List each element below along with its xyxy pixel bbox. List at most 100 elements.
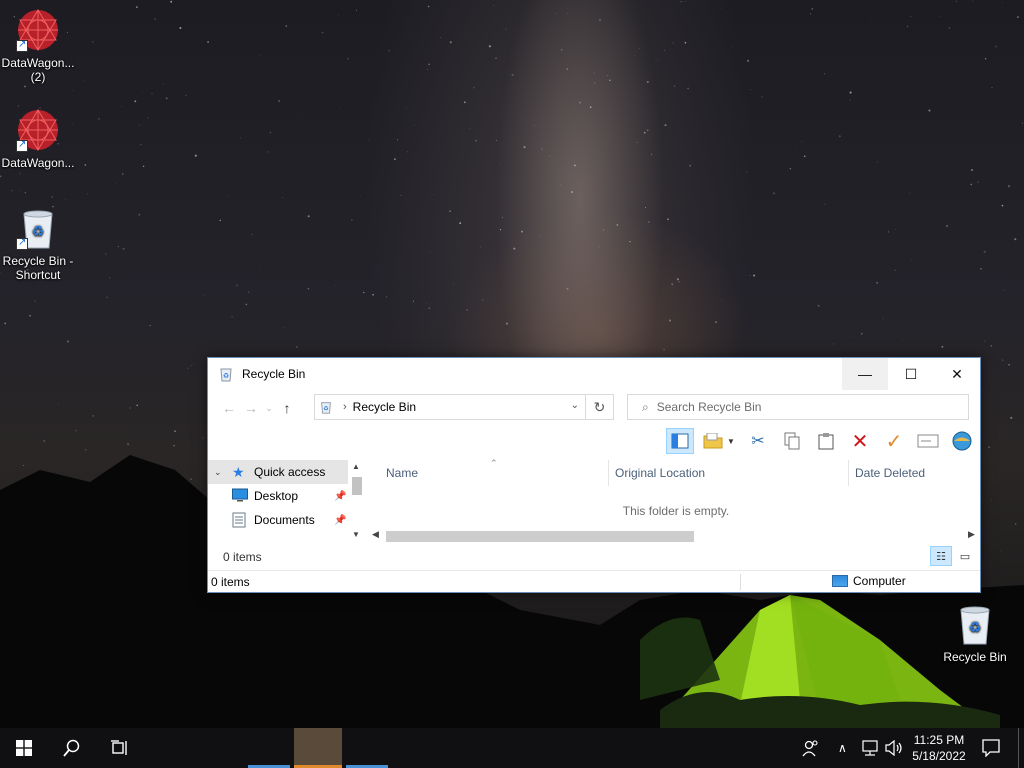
nav-item-desktop[interactable]: Desktop 📌 <box>208 484 364 508</box>
address-dropdown-icon[interactable]: ⌄ <box>571 400 579 411</box>
new-folder-icon[interactable]: ▼ <box>700 428 738 454</box>
expand-chevron-icon[interactable]: ⌄ <box>214 467 228 478</box>
refresh-icon[interactable]: ↻ <box>585 395 613 419</box>
shortcut-arrow-icon <box>16 38 28 52</box>
title-bar[interactable]: ♻ Recycle Bin — ☐ ✕ <box>208 358 980 390</box>
people-icon[interactable] <box>802 728 820 768</box>
recycle-bin-icon: ♻ <box>321 402 331 414</box>
svg-text:♻: ♻ <box>323 406 328 413</box>
large-icons-view-icon[interactable]: ▭ <box>954 546 976 566</box>
status-location-label: Computer <box>853 574 906 588</box>
desktop-icon-datawagon[interactable]: DataWagon... <box>0 108 76 170</box>
window-title: Recycle Bin <box>242 367 306 381</box>
show-desktop-button[interactable] <box>1018 728 1019 768</box>
breadcrumb-recycle-bin[interactable]: Recycle Bin <box>353 400 416 414</box>
recycle-bin-icon: ♻ <box>220 368 232 382</box>
start-button[interactable] <box>0 728 48 768</box>
navigation-pane: ⌄ ★ Quick access Desktop 📌 Documents 📌 ▲… <box>208 460 364 570</box>
svg-text:♻: ♻ <box>223 373 229 380</box>
paste-icon[interactable] <box>812 428 840 454</box>
recent-locations-chevron-icon[interactable]: ⌄ <box>262 403 276 414</box>
desktop-icon-datawagon-2[interactable]: DataWagon... (2) <box>0 8 76 84</box>
back-arrow-icon[interactable]: ← <box>218 400 240 416</box>
desktop-folder-icon <box>232 488 248 504</box>
svg-text:♻: ♻ <box>969 619 982 635</box>
status-location: Computer <box>832 574 906 588</box>
details-view-icon[interactable]: ☷ <box>930 546 952 566</box>
delete-icon[interactable]: ✕ <box>846 428 874 454</box>
pin-icon[interactable]: 📌 <box>334 515 346 526</box>
maximize-button[interactable]: ☐ <box>888 358 934 390</box>
breadcrumb-separator[interactable]: › <box>343 401 347 413</box>
windows-logo-icon <box>16 740 32 756</box>
documents-folder-icon <box>232 512 248 528</box>
search-icon: ⌕ <box>642 399 649 414</box>
recycle-bin-icon: ♻ <box>960 606 990 645</box>
preview-pane-icon[interactable] <box>666 428 694 454</box>
show-hidden-icons-chevron-icon[interactable]: ∧ <box>838 728 847 768</box>
scroll-down-icon[interactable]: ▼ <box>352 530 360 539</box>
search-placeholder: Search Recycle Bin <box>656 400 762 414</box>
shortcut-arrow-icon <box>16 138 28 152</box>
command-toolbar: ▼ ✂ ✕ ✓ <box>208 426 980 456</box>
close-button[interactable]: ✕ <box>934 358 980 390</box>
scroll-right-icon[interactable]: ▶ <box>968 529 975 540</box>
properties-icon[interactable] <box>948 428 976 454</box>
clock-date: 5/18/2022 <box>912 749 966 763</box>
desktop-icon-label: Recycle Bin - Shortcut <box>2 254 74 282</box>
desktop-icon-label: DataWagon... <box>1 156 75 170</box>
search-icon <box>63 739 80 757</box>
address-bar[interactable]: ♻ › Recycle Bin ⌄ ↻ <box>314 394 614 420</box>
task-view-icon <box>111 740 127 755</box>
network-icon[interactable] <box>860 728 880 768</box>
nav-item-label: Desktop <box>254 489 299 503</box>
volume-icon[interactable] <box>884 728 904 768</box>
column-date-deleted[interactable]: Date Deleted <box>848 460 980 486</box>
view-switcher: ☷ ▭ <box>930 546 976 566</box>
copy-icon[interactable] <box>778 428 806 454</box>
column-header-row: ⌃ Name Original Location Date Deleted <box>366 458 980 486</box>
task-view-button[interactable] <box>96 728 144 768</box>
desktop-icon-label: DataWagon... (2) <box>1 56 75 84</box>
nav-item-documents[interactable]: Documents 📌 <box>208 508 364 532</box>
horizontal-scrollbar[interactable]: ◀ ▶ <box>368 528 980 544</box>
taskbar-app-1[interactable] <box>248 728 290 768</box>
nav-item-label: Documents <box>254 513 315 527</box>
forward-arrow-icon[interactable]: → <box>240 400 262 416</box>
status-bar: 0 items Computer <box>208 570 980 592</box>
checkmark-icon[interactable]: ✓ <box>880 428 908 454</box>
nav-pane-scrollbar[interactable]: ▲ ▼ <box>350 460 364 540</box>
search-button[interactable] <box>48 728 96 768</box>
explorer-body: ⌄ ★ Quick access Desktop 📌 Documents 📌 ▲… <box>208 458 980 570</box>
column-name[interactable]: Name <box>380 460 608 486</box>
scroll-up-icon[interactable]: ▲ <box>352 462 360 471</box>
nav-pane-items-count: 0 items <box>223 550 262 564</box>
taskbar-app-active[interactable] <box>294 728 342 768</box>
taskbar-app-3[interactable] <box>346 728 388 768</box>
clock-time: 11:25 PM <box>913 733 965 747</box>
pin-icon[interactable]: 📌 <box>334 491 346 502</box>
star-icon: ★ <box>232 464 245 480</box>
shortcut-arrow-icon <box>16 236 28 250</box>
minimize-button[interactable]: — <box>842 358 888 390</box>
navigation-bar: ← → ⌄ ↑ ♻ › Recycle Bin ⌄ ↻ ⌕ Search Rec… <box>208 390 980 426</box>
action-center-icon[interactable] <box>982 728 1000 768</box>
nav-item-quick-access[interactable]: ⌄ ★ Quick access <box>208 460 348 484</box>
system-clock[interactable]: 11:25 PM 5/18/2022 <box>906 732 972 764</box>
scrollbar-thumb[interactable] <box>386 531 694 542</box>
cut-icon[interactable]: ✂ <box>744 428 772 454</box>
explorer-window: ♻ Recycle Bin — ☐ ✕ ← → ⌄ ↑ ♻ › Recycle … <box>207 357 981 593</box>
desktop-icon-recycle-bin-shortcut[interactable]: ♻ Recycle Bin - Shortcut <box>0 206 76 282</box>
column-original-location[interactable]: Original Location <box>608 460 848 486</box>
status-items-count: 0 items <box>211 574 250 589</box>
scrollbar-thumb[interactable] <box>352 477 362 495</box>
computer-icon <box>832 575 848 587</box>
up-arrow-icon[interactable]: ↑ <box>276 400 298 416</box>
scroll-left-icon[interactable]: ◀ <box>372 529 379 540</box>
nav-item-label: Quick access <box>254 465 326 479</box>
svg-text:♻: ♻ <box>32 223 45 239</box>
empty-folder-message: This folder is empty. <box>622 504 730 518</box>
search-box[interactable]: ⌕ Search Recycle Bin <box>627 394 969 420</box>
desktop-icon-recycle-bin[interactable]: ♻ Recycle Bin <box>937 602 1013 664</box>
rename-icon[interactable] <box>914 428 942 454</box>
